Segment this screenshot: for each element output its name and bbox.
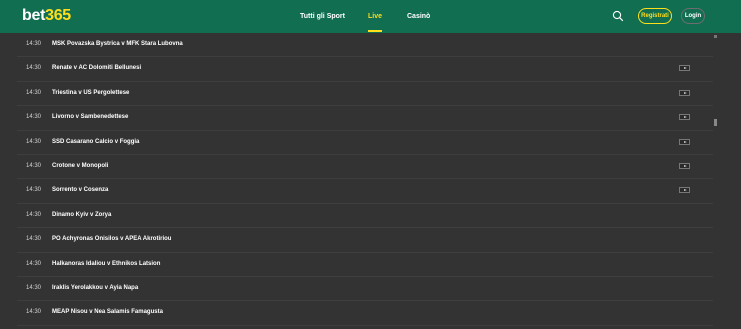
match-name[interactable]: Sorrento v Cosenza xyxy=(52,179,108,202)
logo-text-365: 365 xyxy=(45,7,71,24)
match-name[interactable]: SSD Casarano Calcio v Foggia xyxy=(52,131,139,154)
logo-text-bet: bet xyxy=(22,7,46,24)
nav-all-sports[interactable]: Tutti gli Sport xyxy=(300,0,345,33)
scroll-up-arrow-icon[interactable] xyxy=(714,35,717,38)
match-row[interactable]: 14:30 Dinamo Kyiv v Zorya xyxy=(17,204,713,229)
scrollbar-thumb[interactable] xyxy=(714,119,717,126)
match-time: 14:30 xyxy=(26,236,42,243)
match-name[interactable]: Crotone v Monopoli xyxy=(52,155,108,178)
bet365-logo[interactable]: bet365 xyxy=(22,7,71,25)
live-stream-icon[interactable] xyxy=(679,114,690,121)
live-stream-icon[interactable] xyxy=(679,89,690,96)
match-time: 14:30 xyxy=(26,284,42,291)
nav-casino[interactable]: Casinò xyxy=(407,0,430,33)
match-time: 14:30 xyxy=(26,187,42,194)
match-row[interactable]: 14:30 MEAP Nisou v Nea Salamis Famagusta xyxy=(17,301,713,326)
match-name[interactable]: MSK Povazska Bystrica v MFK Stara Lubovn… xyxy=(52,33,183,56)
match-name[interactable]: Dinamo Kyiv v Zorya xyxy=(52,204,111,227)
register-button[interactable]: Registrati xyxy=(638,8,672,24)
nav-live[interactable]: Live xyxy=(368,0,382,33)
live-stream-icon[interactable] xyxy=(679,138,690,145)
live-stream-icon[interactable] xyxy=(679,65,690,72)
match-name[interactable]: PO Achyronas Onisilos v APEA Akrotiriou xyxy=(52,228,171,251)
live-stream-icon[interactable] xyxy=(679,162,690,169)
live-stream-icon[interactable] xyxy=(679,187,690,194)
match-list: 14:30 MSK Povazska Bystrica v MFK Stara … xyxy=(17,33,713,326)
match-row[interactable]: 14:30 Sorrento v Cosenza xyxy=(17,179,713,204)
match-time: 14:30 xyxy=(26,138,42,145)
match-name[interactable]: Triestina v US Pergolettese xyxy=(52,82,129,105)
match-row[interactable]: 14:30 SSD Casarano Calcio v Foggia xyxy=(17,131,713,155)
match-name[interactable]: MEAP Nisou v Nea Salamis Famagusta xyxy=(52,301,163,324)
match-row[interactable]: 14:30 MSK Povazska Bystrica v MFK Stara … xyxy=(17,33,713,58)
match-name[interactable]: Renate v AC Dolomiti Bellunesi xyxy=(52,57,141,80)
login-button[interactable]: Login xyxy=(681,8,705,24)
live-active-indicator xyxy=(368,30,382,32)
match-name[interactable]: Livorno v Sambenedettese xyxy=(52,106,128,129)
match-row[interactable]: 14:30 Halkanoras Idaliou v Ethnikos Lats… xyxy=(17,253,713,277)
match-time: 14:30 xyxy=(26,114,42,121)
match-time: 14:30 xyxy=(26,41,42,47)
match-name[interactable]: Halkanoras Idaliou v Ethnikos Latsion xyxy=(52,253,160,276)
match-time: 14:30 xyxy=(26,89,42,96)
match-row[interactable]: 14:30 Iraklis Yerolakkou v Ayia Napa xyxy=(17,277,713,302)
match-time: 14:30 xyxy=(26,162,42,169)
match-time: 14:30 xyxy=(26,65,42,72)
match-row[interactable]: 14:30 Renate v AC Dolomiti Bellunesi xyxy=(17,57,713,82)
match-row[interactable]: 14:30 Triestina v US Pergolettese xyxy=(17,82,713,107)
match-time: 14:30 xyxy=(26,211,42,218)
top-navigation-bar: bet365 Tutti gli Sport Live Casinò Regis… xyxy=(0,0,741,33)
match-time: 14:30 xyxy=(26,260,42,267)
match-time: 14:30 xyxy=(26,309,42,316)
match-row[interactable]: 14:30 Crotone v Monopoli xyxy=(17,155,713,180)
search-icon[interactable] xyxy=(612,10,624,22)
match-name[interactable]: Iraklis Yerolakkou v Ayia Napa xyxy=(52,277,138,300)
match-row[interactable]: 14:30 Livorno v Sambenedettese xyxy=(17,106,713,131)
match-row[interactable]: 14:30 PO Achyronas Onisilos v APEA Akrot… xyxy=(17,228,713,253)
